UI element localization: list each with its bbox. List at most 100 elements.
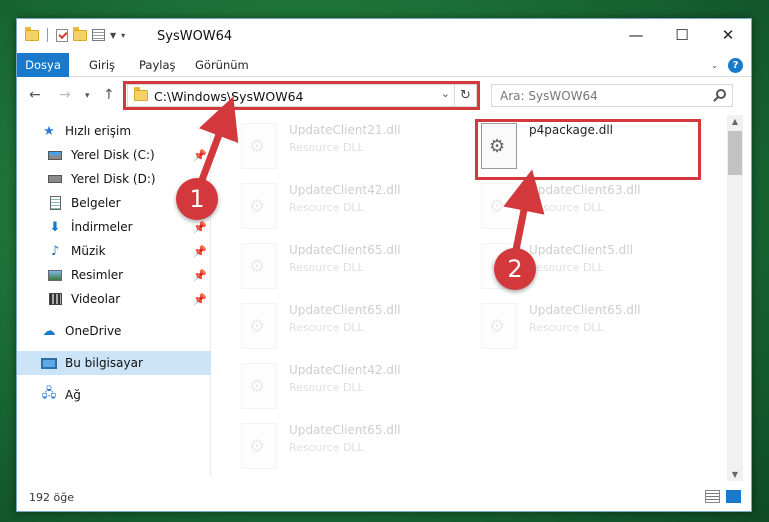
help-icon[interactable]: ? (728, 58, 743, 73)
sidebar-item-music[interactable]: ♪ Müzik 📌 (17, 239, 211, 263)
scroll-up-icon[interactable]: ▲ (727, 117, 743, 126)
tiles-view-icon[interactable] (726, 490, 741, 503)
chevron-down-icon[interactable]: ▼ (110, 31, 116, 40)
sidebar-item-label: Müzik (71, 244, 106, 258)
customize-icon[interactable] (92, 29, 105, 41)
file-name: UpdateClient65.dll (289, 303, 401, 317)
window-controls: — ☐ ✕ (613, 19, 751, 51)
pin-icon: 📌 (193, 244, 207, 258)
drive-icon (47, 172, 63, 186)
search-icon[interactable] (716, 89, 726, 99)
pin-icon: 📌 (193, 148, 207, 162)
minimize-button[interactable]: — (613, 19, 659, 51)
file-item[interactable]: UpdateClient63.dll Resource DLL (457, 179, 687, 237)
file-type: Resource DLL (289, 261, 364, 274)
navigation-pane: ★ Hızlı erişim Yerel Disk (C:) 📌 Yerel D… (17, 115, 211, 477)
file-name: UpdateClient65.dll (289, 423, 401, 437)
sidebar-item-downloads[interactable]: ⬇ İndirmeler 📌 (17, 215, 211, 239)
drive-icon (47, 148, 63, 162)
up-arrow-icon[interactable]: ↑ (103, 87, 115, 103)
sidebar-item-network[interactable]: 🖧 Ağ (17, 383, 211, 407)
dll-file-icon (241, 183, 277, 229)
sidebar-item-label: İndirmeler (71, 220, 133, 234)
file-name: UpdateClient5.dll (529, 243, 633, 257)
close-button[interactable]: ✕ (705, 19, 751, 51)
sidebar-item-quick-access[interactable]: ★ Hızlı erişim (17, 119, 211, 143)
tab-home[interactable]: Giriş (89, 53, 115, 77)
star-icon: ★ (43, 123, 55, 139)
title-bar: ▼ ▾ SysWOW64 — ☐ ✕ (17, 19, 751, 53)
dll-file-icon (241, 243, 277, 289)
forward-arrow-icon[interactable]: → (59, 87, 71, 103)
file-name: UpdateClient65.dll (529, 303, 641, 317)
onedrive-icon: ☁ (42, 323, 56, 339)
file-item[interactable]: UpdateClient65.dll Resource DLL (217, 239, 447, 297)
dll-file-icon (241, 303, 277, 349)
this-pc-icon (41, 356, 57, 370)
file-name: UpdateClient21.dll (289, 123, 401, 137)
file-name: UpdateClient63.dll (529, 183, 641, 197)
file-item[interactable]: UpdateClient5.dll Resource DLL (457, 239, 687, 297)
details-view-icon[interactable] (705, 490, 720, 503)
sidebar-item-label: Yerel Disk (D:) (71, 172, 156, 186)
tab-view[interactable]: Görünüm (195, 53, 249, 77)
sidebar-item-label: Ağ (65, 388, 81, 402)
maximize-button[interactable]: ☐ (659, 19, 705, 51)
tab-file[interactable]: Dosya (17, 53, 69, 77)
file-type: Resource DLL (289, 201, 364, 214)
music-icon: ♪ (50, 243, 60, 259)
search-placeholder: Ara: SysWOW64 (500, 89, 598, 103)
pin-icon: 📌 (193, 268, 207, 282)
dll-file-icon (241, 363, 277, 409)
callout-step-1: 1 (176, 178, 218, 220)
folder-icon (25, 26, 39, 41)
sidebar-item-label: Videolar (71, 292, 121, 306)
file-type: Resource DLL (289, 321, 364, 334)
search-input[interactable]: Ara: SysWOW64 (491, 84, 733, 107)
expand-ribbon-icon[interactable]: ⌄ (711, 61, 718, 70)
view-buttons (705, 490, 741, 503)
file-item[interactable]: UpdateClient65.dll Resource DLL (457, 299, 687, 357)
toolbar-separator (47, 28, 48, 42)
properties-check-icon[interactable] (56, 28, 68, 42)
file-type: Resource DLL (289, 441, 364, 454)
file-item[interactable]: UpdateClient42.dll Resource DLL (217, 179, 447, 237)
documents-icon (47, 196, 63, 210)
address-row: ← → ▾ ↑ C:\Windows\SysWOW64 ⌄ ↻ Ara: Sys… (17, 79, 751, 113)
vertical-scrollbar[interactable]: ▲ ▼ (727, 115, 743, 481)
scroll-down-icon[interactable]: ▼ (727, 470, 743, 479)
recent-locations-icon[interactable]: ▾ (85, 91, 90, 101)
ribbon-tabs: Dosya Giriş Paylaş Görünüm ⌄ ? (17, 53, 751, 77)
window-title: SysWOW64 (157, 29, 233, 44)
quick-access-toolbar: ▼ ▾ (25, 26, 125, 42)
sidebar-item-disk-c[interactable]: Yerel Disk (C:) 📌 (17, 143, 211, 167)
new-folder-icon[interactable] (73, 26, 87, 41)
tab-share[interactable]: Paylaş (139, 53, 176, 77)
dll-file-icon (481, 183, 517, 229)
sidebar-item-label: Yerel Disk (C:) (71, 148, 155, 162)
sidebar-item-label: Bu bilgisayar (65, 356, 143, 370)
network-icon: 🖧 (41, 386, 57, 401)
sidebar-item-pictures[interactable]: Resimler 📌 (17, 263, 211, 287)
file-item[interactable]: UpdateClient42.dll Resource DLL (217, 359, 447, 417)
file-item[interactable]: UpdateClient65.dll Resource DLL (217, 299, 447, 357)
item-count: 192 öğe (29, 491, 74, 504)
sidebar-item-videos[interactable]: Videolar 📌 (17, 287, 211, 311)
file-type: Resource DLL (529, 321, 604, 334)
file-highlight-box (475, 119, 701, 180)
scroll-thumb[interactable] (728, 131, 742, 175)
qat-dropdown-icon[interactable]: ▾ (121, 31, 125, 40)
file-name: UpdateClient65.dll (289, 243, 401, 257)
file-item[interactable]: UpdateClient21.dll Resource DLL (217, 119, 447, 177)
sidebar-item-label: Hızlı erişim (65, 124, 132, 138)
back-arrow-icon[interactable]: ← (29, 87, 41, 103)
file-item[interactable]: UpdateClient65.dll Resource DLL (217, 419, 447, 477)
file-type: Resource DLL (289, 381, 364, 394)
file-name: UpdateClient42.dll (289, 363, 401, 377)
sidebar-item-this-pc[interactable]: Bu bilgisayar (17, 351, 211, 375)
ribbon-right: ⌄ ? (711, 58, 743, 73)
explorer-window: ▼ ▾ SysWOW64 — ☐ ✕ Dosya Giriş Paylaş Gö… (16, 18, 752, 512)
sidebar-item-onedrive[interactable]: ☁ OneDrive (17, 319, 211, 343)
file-name: UpdateClient42.dll (289, 183, 401, 197)
file-type: Resource DLL (529, 201, 604, 214)
